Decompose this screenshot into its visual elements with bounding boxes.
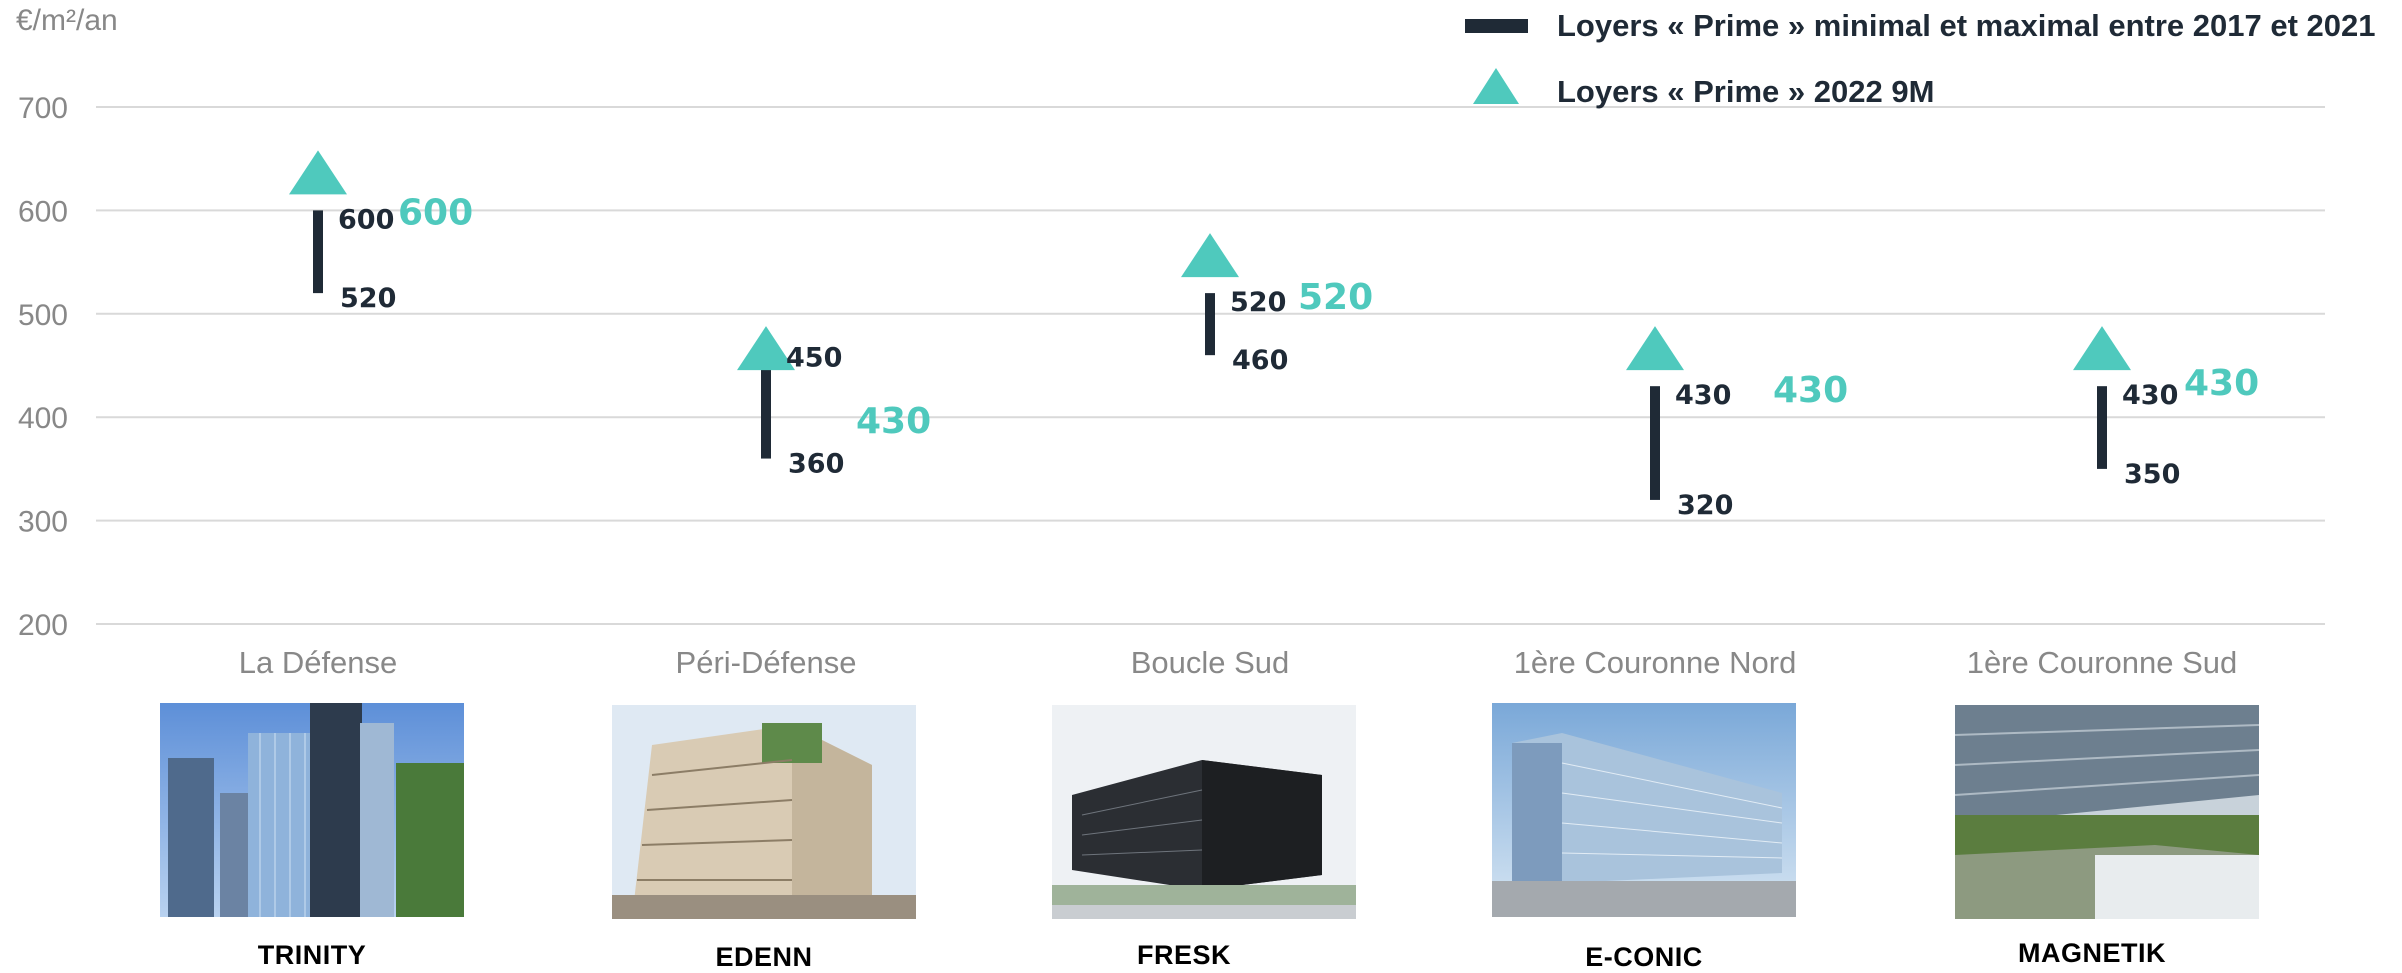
building-photo-magnetik — [1955, 705, 2259, 919]
building-name-e-conic: E-CONIC — [1585, 942, 1703, 972]
building-photo-edenn — [612, 705, 916, 919]
y-tick-label: 700 — [18, 92, 68, 125]
building-photo-trinity — [160, 703, 464, 917]
value-2022-label: 430 — [856, 401, 931, 442]
building-photo-fresk — [1052, 705, 1356, 919]
range-bar — [1650, 386, 1660, 500]
category-label: 1ère Couronne Nord — [1514, 645, 1797, 680]
y-tick-label: 600 — [18, 195, 68, 228]
legend: Loyers « Prime » minimal et maximal entr… — [1465, 8, 2376, 109]
building-name-magnetik: MAGNETIK — [2018, 938, 2166, 968]
rent-range-chart: €/m²/an 700 600 500 400 300 200 600 520 600 450 3… — [16, 4, 2376, 680]
building-name-edenn: EDENN — [715, 942, 813, 972]
legend-label-range: Loyers « Prime » minimal et maximal entr… — [1557, 8, 2376, 43]
range-bar — [761, 365, 771, 459]
category-label: Boucle Sud — [1131, 645, 1290, 680]
y-axis-unit-label: €/m²/an — [16, 4, 118, 37]
building-photo-e-conic — [1492, 703, 1796, 917]
max-value-label: 450 — [786, 343, 842, 374]
category-label: La Défense — [239, 645, 398, 680]
value-2022-label: 520 — [1298, 277, 1373, 318]
legend-bar-swatch — [1465, 19, 1528, 33]
marker-2022 — [1181, 233, 1239, 278]
legend-label-2022: Loyers « Prime » 2022 9M — [1557, 74, 1934, 109]
category-label: Péri-Défense — [676, 645, 857, 680]
max-value-label: 520 — [1230, 287, 1286, 318]
building-name-fresk: FRESK — [1136, 940, 1231, 970]
range-bar — [313, 210, 323, 294]
value-2022-label: 600 — [398, 192, 473, 233]
min-value-label: 460 — [1232, 345, 1288, 376]
min-value-label: 360 — [788, 449, 844, 480]
building-name-trinity: TRINITY — [257, 940, 367, 970]
max-value-label: 600 — [338, 204, 394, 235]
min-value-label: 520 — [340, 283, 396, 314]
max-value-label: 430 — [1675, 380, 1731, 411]
value-2022-label: 430 — [1773, 370, 1848, 411]
y-tick-label: 500 — [18, 299, 68, 332]
marker-2022 — [289, 150, 347, 195]
value-2022-label: 430 — [2184, 363, 2259, 404]
range-bar — [2097, 386, 2107, 469]
y-tick-label: 300 — [18, 506, 68, 539]
y-tick-label: 400 — [18, 402, 68, 435]
max-value-label: 430 — [2122, 380, 2178, 411]
marker-2022 — [2073, 326, 2131, 371]
range-bar — [1205, 293, 1215, 356]
min-value-label: 320 — [1677, 490, 1733, 521]
y-tick-label: 200 — [18, 609, 68, 642]
category-label: 1ère Couronne Sud — [1967, 645, 2238, 680]
legend-triangle-swatch — [1473, 68, 1519, 104]
min-value-label: 350 — [2124, 459, 2180, 490]
marker-2022 — [1626, 326, 1684, 371]
